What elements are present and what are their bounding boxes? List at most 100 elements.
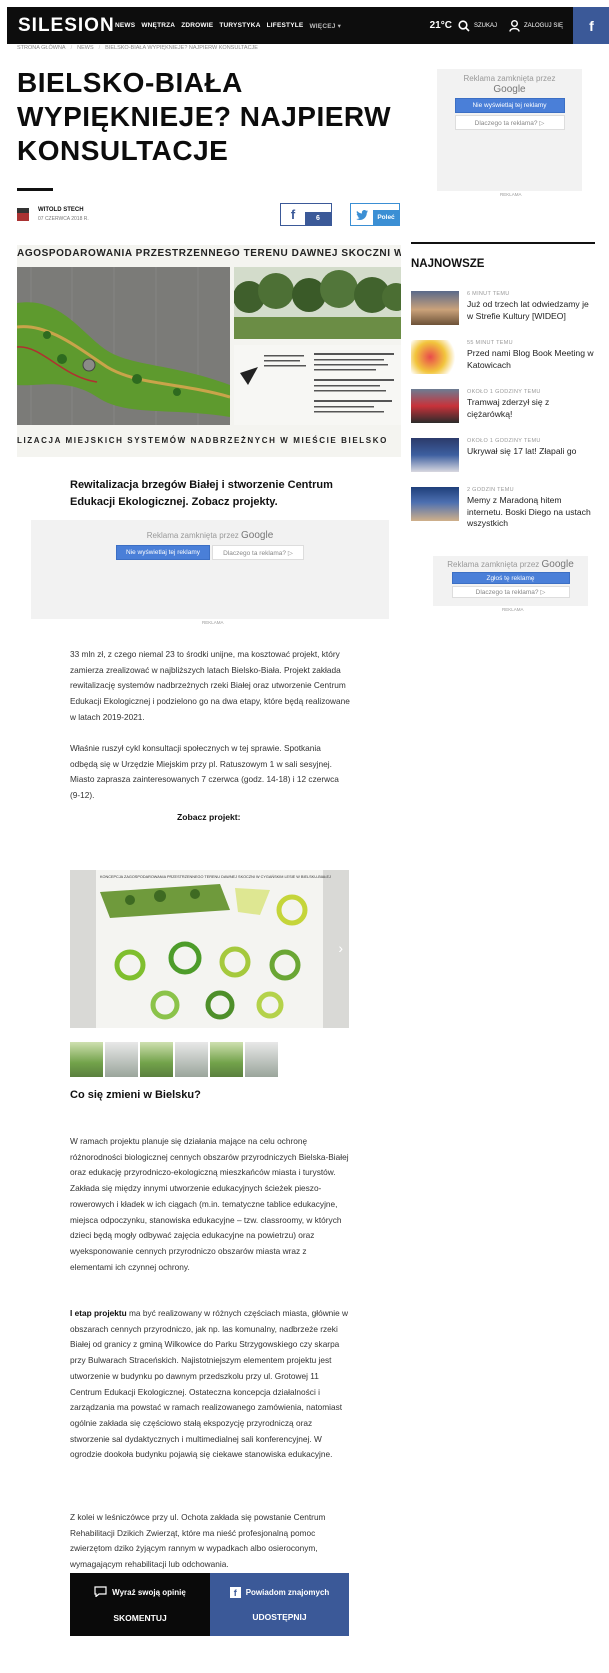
news-title[interactable]: Memy z Maradoną hitem internetu. Boski D… <box>467 495 595 530</box>
ad-label: REKLAMA <box>500 192 522 197</box>
gallery-thumbnail[interactable] <box>140 1042 173 1077</box>
top-navbar: SILESION NEWS WNĘTRZA ZDROWIE TURYSTYKA … <box>7 7 609 44</box>
author-block: WITOLD STECH 07 CZERWCA 2018 R. <box>17 207 89 222</box>
news-title[interactable]: Już od trzech lat odwiedzamy je w Strefi… <box>467 299 595 322</box>
ad-dont-show-button[interactable]: Nie wyświetlaj tej reklamy <box>116 545 210 560</box>
twitter-share-label: Poleć <box>373 210 399 225</box>
comment-icon <box>94 1586 107 1599</box>
gallery-thumbnail[interactable] <box>175 1042 208 1077</box>
article-title: BIELSKO-BIAŁA WYPIĘKNIEJE? NAJPIERW KONS… <box>17 67 392 166</box>
site-logo[interactable]: SILESION <box>18 15 114 37</box>
article-paragraph: W ramach projektu planuje się działania … <box>70 1136 349 1272</box>
author-name[interactable]: WITOLD STECH <box>38 207 89 213</box>
ad-placeholder-sidebar-top: Reklama zamknięta przez Google Nie wyświe… <box>437 69 582 191</box>
publish-date: 07 CZERWCA 2018 R. <box>38 216 89 222</box>
news-item[interactable]: 55 MINUT TEMU Przed nami Blog Book Meeti… <box>411 340 595 374</box>
article-paragraph: I etap projektu ma być realizowany w róż… <box>70 1306 350 1463</box>
login-link[interactable]: ZALOGUJ SIĘ <box>524 23 563 29</box>
news-time: 6 MINUT TEMU <box>467 291 510 297</box>
ad-closed-text: Reklama zamknięta przez Google <box>447 559 574 570</box>
hero-visualisation <box>233 267 401 339</box>
nav-item-turystyka[interactable]: TURYSTYKA <box>219 22 260 30</box>
gallery-thumbnail[interactable] <box>245 1042 278 1077</box>
facebook-share-count: 6 <box>305 212 331 225</box>
gallery-next-arrow-icon[interactable]: › <box>338 940 343 956</box>
ad-dont-show-button[interactable]: Nie wyświetlaj tej reklamy <box>454 98 565 113</box>
ad-label: REKLAMA <box>502 607 524 612</box>
article-paragraph: Właśnie ruszył cykl konsultacji społeczn… <box>70 743 339 801</box>
news-title[interactable]: Tramwaj zderzył się z ciężarówką! <box>467 397 595 420</box>
nav-item-lifestyle[interactable]: LIFESTYLE <box>267 22 304 30</box>
breadcrumb-separator: / <box>70 45 73 51</box>
article-lead: Rewitalizacja brzegów Białej i stworzeni… <box>70 479 333 508</box>
news-title[interactable]: Przed nami Blog Book Meeting w Katowicac… <box>467 348 595 371</box>
news-thumbnail[interactable] <box>411 340 459 374</box>
article-paragraph: 33 mln zł, z czego niemal 23 to środki u… <box>70 649 350 722</box>
news-time: OKOŁO 1 GODZINY TEMU <box>467 389 541 395</box>
news-thumbnail[interactable] <box>411 487 459 521</box>
breadcrumb-separator: / <box>98 45 101 51</box>
news-item[interactable]: 6 MINUT TEMU Już od trzech lat odwiedzam… <box>411 291 595 325</box>
share-label: UDOSTĘPNIJ <box>252 1612 307 1622</box>
see-project-label: Zobacz projekt: <box>177 812 241 822</box>
news-title[interactable]: Ukrywał się 17 lat! Złapali go <box>467 446 576 458</box>
ad-placeholder-sidebar-bottom: Reklama zamknięta przez Google Zgłoś tę … <box>433 556 588 606</box>
ad-why-button[interactable]: Dlaczego ta reklama? ▷ <box>451 586 570 598</box>
comment-button[interactable]: Wyraź swoją opinię SKOMENTUJ <box>70 1573 210 1636</box>
weather-temperature: 21°C <box>429 20 452 31</box>
news-item[interactable]: OKOŁO 1 GODZINY TEMU Ukrywał się 17 lat!… <box>411 438 595 472</box>
share-prompt: Powiadom znajomych <box>245 1588 330 1597</box>
breadcrumb-home[interactable]: STRONA GŁÓWNA <box>17 45 66 51</box>
facebook-icon: f <box>229 1587 241 1598</box>
ad-why-button[interactable]: Dlaczego ta reklama? ▷ <box>212 545 304 560</box>
breadcrumb-current: BIELSKO-BIAŁA WYPIĘKNIEJE? NAJPIERW KONS… <box>105 45 258 51</box>
ad-report-button[interactable]: Zgłoś tę reklamę <box>451 572 570 584</box>
facebook-share-button[interactable]: f 6 <box>280 203 332 226</box>
ad-closed-text: Reklama zamknięta przez Google <box>463 74 556 95</box>
comment-prompt: Wyraź swoją opinię <box>112 1588 186 1597</box>
ad-why-button[interactable]: Dlaczego ta reklama? ▷ <box>454 115 565 130</box>
facebook-icon[interactable]: f <box>573 7 609 44</box>
paragraph-text: ma być realizowany w różnych częściach m… <box>70 1308 349 1460</box>
nav-item-news[interactable]: NEWS <box>115 22 135 30</box>
nav-item-wnetrza[interactable]: WNĘTRZA <box>141 22 175 30</box>
hero-image[interactable]: AGOSPODAROWANIA PRZESTRZENNEGO TERENU DA… <box>17 245 401 457</box>
comment-label: SKOMENTUJ <box>113 1613 167 1623</box>
sidebar-divider <box>411 242 595 244</box>
share-button[interactable]: f Powiadom znajomych UDOSTĘPNIJ <box>210 1573 349 1636</box>
gallery-image-heading: KONCEPCJA ZAGOSPODAROWANIA PRZESTRZENNEG… <box>100 875 331 879</box>
news-thumbnail[interactable] <box>411 438 459 472</box>
user-icon[interactable] <box>509 19 520 32</box>
search-label[interactable]: SZUKAJ <box>474 23 497 29</box>
gallery-thumbnail[interactable] <box>210 1042 243 1077</box>
twitter-icon <box>351 204 373 225</box>
project-gallery-image[interactable]: KONCEPCJA ZAGOSPODAROWANIA PRZESTRZENNEG… <box>70 870 349 1028</box>
gallery-thumbnail[interactable] <box>105 1042 138 1077</box>
news-item[interactable]: 2 GODZIN TEMU Memy z Maradoną hitem inte… <box>411 487 595 530</box>
news-time: OKOŁO 1 GODZINY TEMU <box>467 438 541 444</box>
hero-image-heading: AGOSPODAROWANIA PRZESTRZENNEGO TERENU DA… <box>17 248 401 259</box>
gallery-thumbnail[interactable] <box>70 1042 103 1077</box>
breadcrumb: STRONA GŁÓWNA / NEWS / BIELSKO-BIAŁA WYP… <box>17 45 258 51</box>
ad-placeholder-inline: Reklama zamknięta przez Google Nie wyświ… <box>31 520 389 619</box>
facebook-icon: f <box>290 207 296 222</box>
news-thumbnail[interactable] <box>411 389 459 423</box>
hero-site-plan <box>17 267 231 425</box>
nav-item-zdrowie[interactable]: ZDROWIE <box>181 22 213 30</box>
news-item[interactable]: OKOŁO 1 GODZINY TEMU Tramwaj zderzył się… <box>411 389 595 423</box>
article-paragraph: Z kolei w leśniczówce przy ul. Ochota za… <box>70 1512 326 1570</box>
ad-label: REKLAMA <box>202 620 224 625</box>
breadcrumb-news[interactable]: NEWS <box>77 45 94 51</box>
nav-item-wiecej[interactable]: WIĘCEJ ▾ <box>309 22 341 30</box>
twitter-share-button[interactable]: Poleć <box>350 203 400 226</box>
ad-closed-text: Reklama zamknięta przez Google <box>146 530 274 541</box>
sidebar-heading: NAJNOWSZE <box>411 258 485 270</box>
title-divider <box>17 188 53 191</box>
bold-phrase: I etap projektu <box>70 1308 127 1318</box>
news-thumbnail[interactable] <box>411 291 459 325</box>
hero-legend-notes <box>234 345 401 425</box>
search-icon[interactable] <box>458 19 470 32</box>
news-time: 55 MINUT TEMU <box>467 340 513 346</box>
gallery-thumbnails <box>70 1042 278 1077</box>
section-heading: Co się zmieni w Bielsku? <box>70 1089 201 1101</box>
